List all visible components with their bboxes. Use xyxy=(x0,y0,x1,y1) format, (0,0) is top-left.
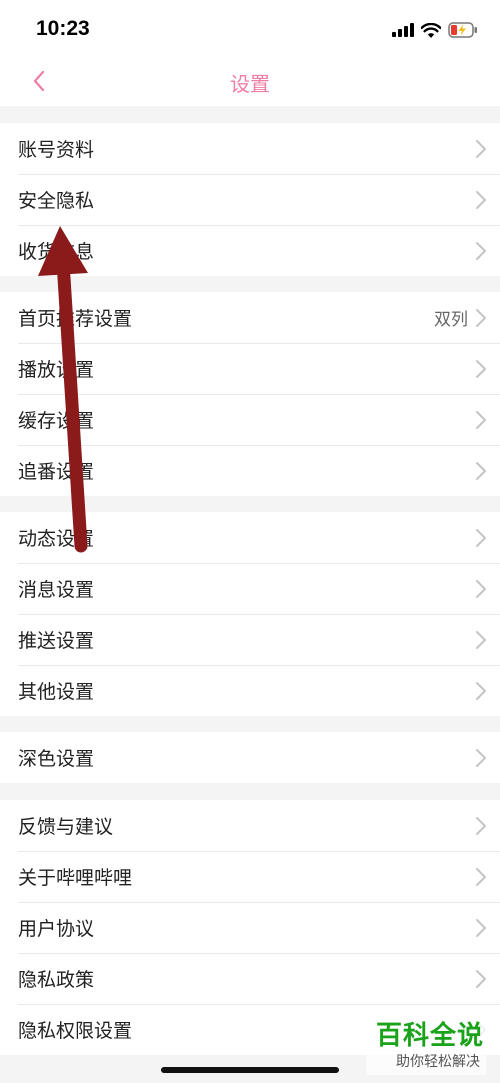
row-dark-mode-settings[interactable]: 深色设置 xyxy=(0,732,500,783)
chevron-right-icon xyxy=(476,139,486,158)
row-label: 首页推荐设置 xyxy=(18,308,133,330)
status-icons xyxy=(392,19,478,41)
row-other-settings[interactable]: 其他设置 xyxy=(0,665,500,716)
battery-charging-icon xyxy=(448,22,477,38)
row-playback-settings[interactable]: 播放设置 xyxy=(0,343,500,394)
chevron-right-icon xyxy=(476,241,486,260)
row-label: 缓存设置 xyxy=(18,410,95,432)
row-label: 用户协议 xyxy=(18,918,95,940)
chevron-right-icon xyxy=(476,748,486,767)
row-cache-settings[interactable]: 缓存设置 xyxy=(0,394,500,445)
chevron-right-icon xyxy=(476,918,486,937)
row-message-settings[interactable]: 消息设置 xyxy=(0,563,500,614)
chevron-right-icon xyxy=(476,816,486,835)
row-privacy-policy[interactable]: 隐私政策 xyxy=(0,953,500,1004)
row-label: 消息设置 xyxy=(18,579,95,601)
chevron-right-icon xyxy=(476,308,486,327)
row-shipping-info[interactable]: 收货信息 xyxy=(0,225,500,276)
chevron-right-icon xyxy=(476,681,486,700)
row-label: 反馈与建议 xyxy=(18,816,114,838)
row-label: 其他设置 xyxy=(18,681,95,703)
watermark-logo: 百科全说 助你轻松解决 xyxy=(366,1015,486,1075)
watermark-subtitle: 助你轻松解决 xyxy=(396,1054,480,1070)
settings-group-playback: 首页推荐设置 双列 播放设置 缓存设置 追番设置 xyxy=(0,292,500,496)
status-bar: 10:23 xyxy=(0,0,500,56)
row-label: 隐私权限设置 xyxy=(18,1020,133,1042)
chevron-right-icon xyxy=(476,630,486,649)
row-feed-settings[interactable]: 动态设置 xyxy=(0,512,500,563)
row-user-agreement[interactable]: 用户协议 xyxy=(0,902,500,953)
row-about-bilibili[interactable]: 关于哔哩哔哩 xyxy=(0,851,500,902)
chevron-right-icon xyxy=(476,579,486,598)
row-label: 隐私政策 xyxy=(18,969,95,991)
page-title: 设置 xyxy=(230,72,270,96)
chevron-right-icon xyxy=(476,528,486,547)
row-anime-follow-settings[interactable]: 追番设置 xyxy=(0,445,500,496)
home-indicator[interactable] xyxy=(161,1067,339,1073)
row-security-privacy[interactable]: 安全隐私 xyxy=(0,174,500,225)
chevron-right-icon xyxy=(476,190,486,209)
signal-icon xyxy=(392,23,414,37)
row-feedback[interactable]: 反馈与建议 xyxy=(0,800,500,851)
row-label: 播放设置 xyxy=(18,359,95,381)
row-label: 深色设置 xyxy=(18,748,95,770)
chevron-right-icon xyxy=(476,461,486,480)
row-label: 安全隐私 xyxy=(18,190,95,212)
settings-group-notifications: 动态设置 消息设置 推送设置 其他设置 xyxy=(0,512,500,716)
row-label: 关于哔哩哔哩 xyxy=(18,867,133,889)
chevron-right-icon xyxy=(476,867,486,886)
row-account-info[interactable]: 账号资料 xyxy=(0,123,500,174)
row-label: 账号资料 xyxy=(18,139,95,161)
row-value: 双列 xyxy=(434,310,468,330)
wifi-icon xyxy=(421,22,441,38)
status-time: 10:23 xyxy=(36,17,90,40)
chevron-right-icon xyxy=(476,410,486,429)
chevron-right-icon xyxy=(476,359,486,378)
nav-bar: 设置 xyxy=(0,56,500,106)
row-home-recommend[interactable]: 首页推荐设置 双列 xyxy=(0,292,500,343)
chevron-right-icon xyxy=(476,969,486,988)
row-label: 推送设置 xyxy=(18,630,95,652)
row-label: 追番设置 xyxy=(18,461,95,483)
settings-group-theme: 深色设置 xyxy=(0,732,500,783)
row-label: 动态设置 xyxy=(18,528,95,550)
watermark-title: 百科全说 xyxy=(375,1021,484,1051)
row-label: 收货信息 xyxy=(18,241,95,263)
row-push-settings[interactable]: 推送设置 xyxy=(0,614,500,665)
settings-group-account: 账号资料 安全隐私 收货信息 xyxy=(0,123,500,276)
